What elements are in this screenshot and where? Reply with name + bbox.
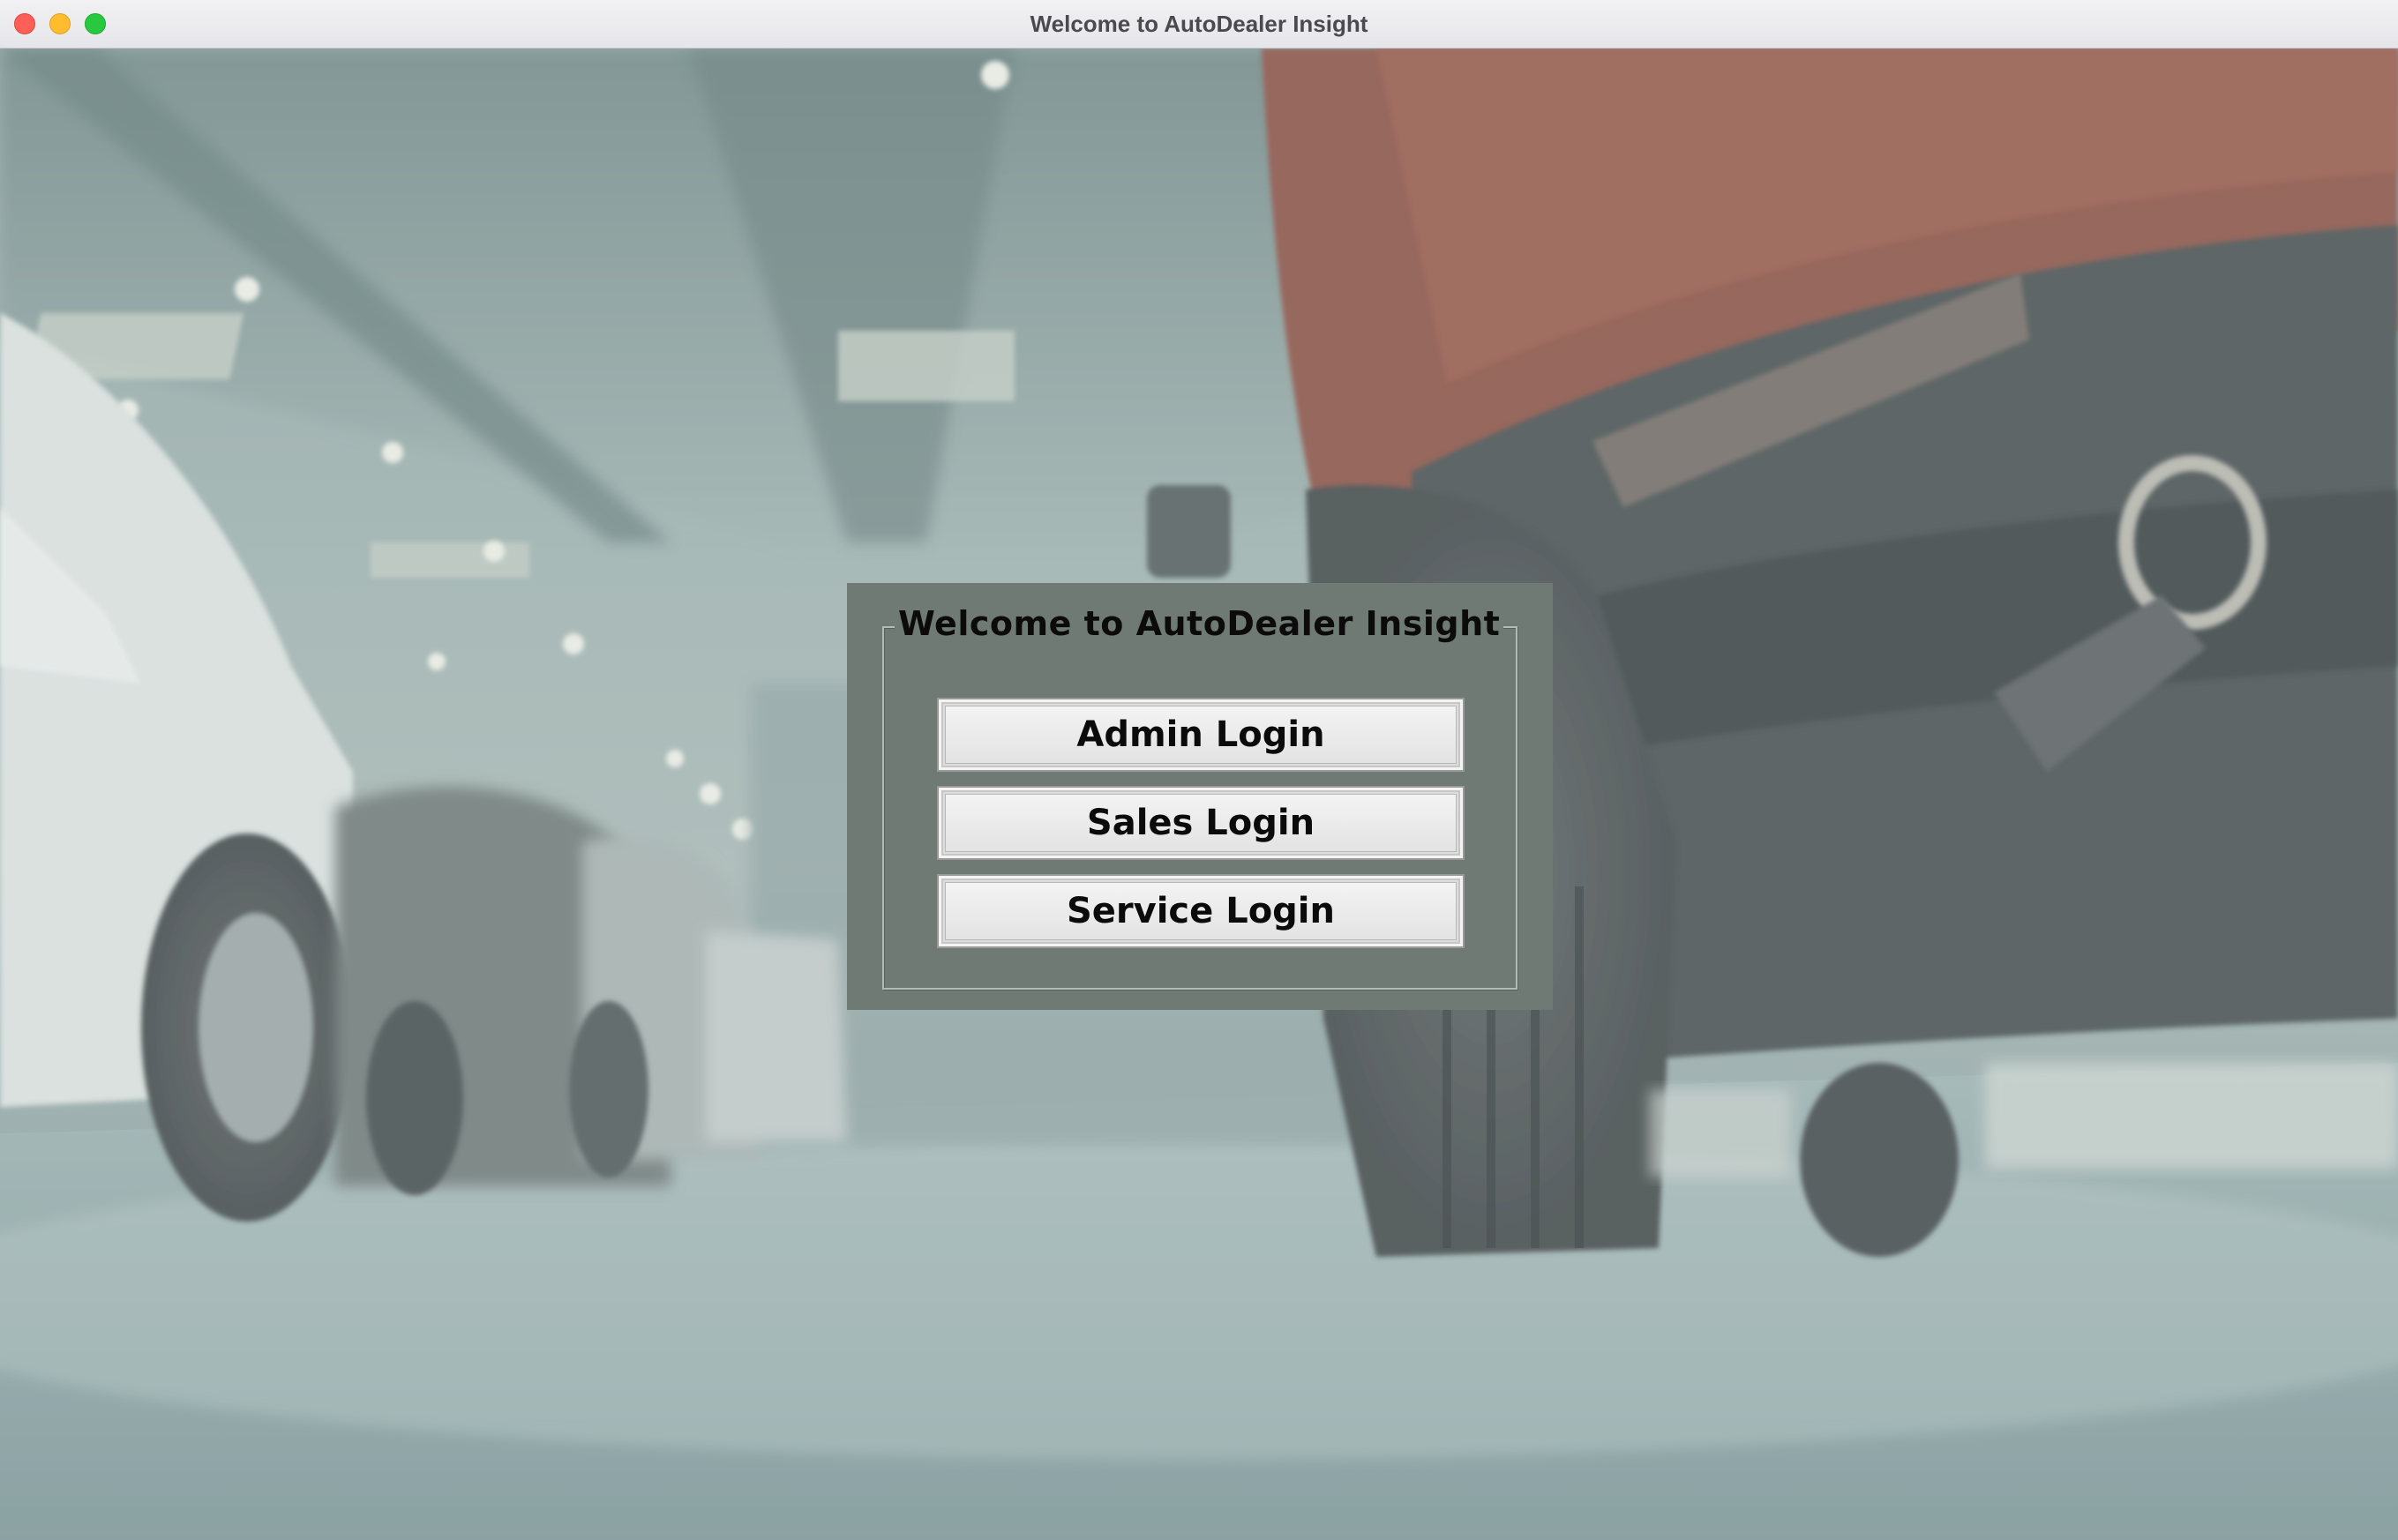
window-title: Welcome to AutoDealer Insight (1030, 11, 1368, 37)
title-bar[interactable]: Welcome to AutoDealer Insight (0, 0, 2398, 49)
service-login-label: Service Login (1066, 891, 1335, 931)
login-group-title: Welcome to AutoDealer Insight (895, 604, 1504, 643)
admin-login-button[interactable]: Admin Login (937, 698, 1465, 772)
sales-login-label: Sales Login (1086, 803, 1315, 843)
admin-login-label: Admin Login (1076, 714, 1325, 755)
login-panel: Welcome to AutoDealer Insight Admin Logi… (847, 583, 1553, 1010)
app-window: Welcome to AutoDealer Insight Welcome to… (0, 0, 2398, 1540)
service-login-button[interactable]: Service Login (937, 874, 1465, 948)
sales-login-button[interactable]: Sales Login (937, 786, 1465, 860)
